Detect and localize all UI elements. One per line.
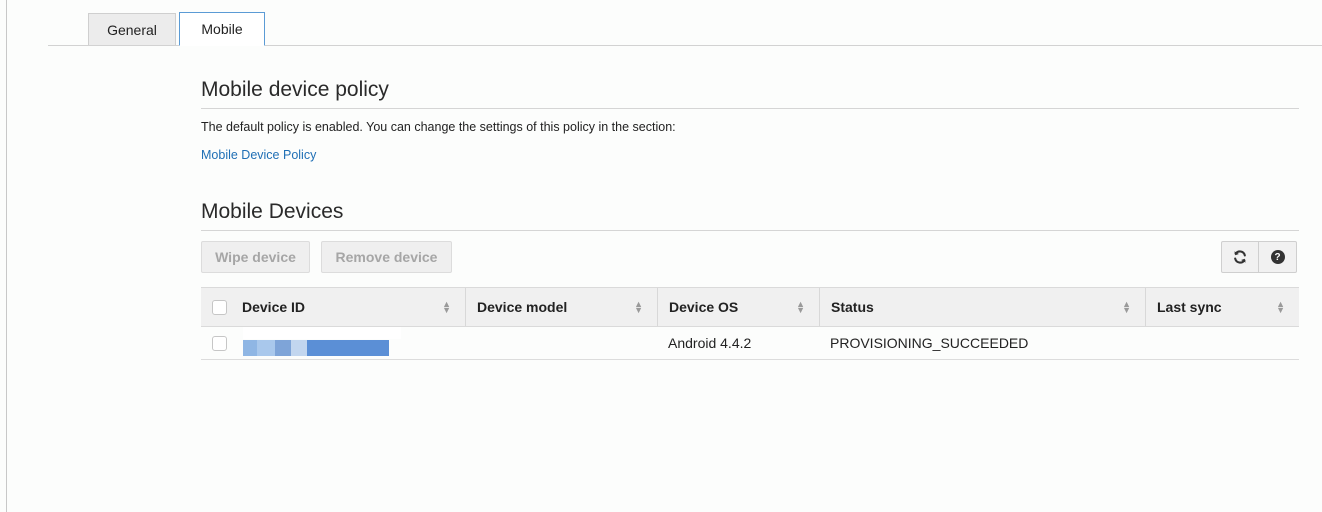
policy-heading: Mobile device policy <box>201 78 389 101</box>
column-last-sync-label: Last sync <box>1157 299 1222 315</box>
status-cell: PROVISIONING_SUCCEEDED <box>830 335 1029 351</box>
policy-description: The default policy is enabled. You can c… <box>201 120 676 134</box>
column-device-os[interactable]: Device OS ▲ ▼ <box>657 288 819 326</box>
column-device-id[interactable]: Device ID ▲ ▼ <box>231 288 465 326</box>
device-os-cell: Android 4.4.2 <box>668 335 752 351</box>
devices-table: Device ID ▲ ▼ Device model ▲ ▼ Device OS ▲… <box>201 287 1299 360</box>
redacted-device-id <box>243 327 401 356</box>
column-status-label: Status <box>831 299 874 315</box>
refresh-icon <box>1234 250 1246 264</box>
column-device-model-label: Device model <box>477 299 568 315</box>
sort-icon: ▲ ▼ <box>796 299 805 315</box>
last-sync-cell <box>1156 327 1296 359</box>
mobile-device-policy-link[interactable]: Mobile Device Policy <box>201 148 316 162</box>
column-device-model[interactable]: Device model ▲ ▼ <box>465 288 657 326</box>
device-model-cell <box>468 327 648 359</box>
help-button[interactable]: ? <box>1259 241 1297 273</box>
devices-heading-divider <box>201 230 1299 231</box>
column-device-id-label: Device ID <box>242 299 306 315</box>
tab-bar: General Mobile <box>48 0 1322 46</box>
select-all-checkbox[interactable] <box>212 300 227 315</box>
refresh-button[interactable] <box>1221 241 1259 273</box>
help-icon: ? <box>1270 250 1285 264</box>
sort-icon: ▲ ▼ <box>634 299 643 315</box>
column-status[interactable]: Status ▲ ▼ <box>819 288 1145 326</box>
sort-icon: ▲ ▼ <box>1276 299 1285 315</box>
tab-general[interactable]: General <box>88 13 176 45</box>
left-border <box>6 0 7 512</box>
devices-heading: Mobile Devices <box>201 200 344 223</box>
column-device-os-label: Device OS <box>669 299 739 315</box>
column-last-sync[interactable]: Last sync ▲ ▼ <box>1145 288 1299 326</box>
row-checkbox[interactable] <box>212 336 227 351</box>
sort-icon: ▲ ▼ <box>442 299 451 315</box>
table-header: Device ID ▲ ▼ Device model ▲ ▼ Device OS ▲… <box>201 287 1299 327</box>
policy-heading-divider <box>201 108 1299 109</box>
sort-icon: ▲ ▼ <box>1122 299 1131 315</box>
wipe-device-button[interactable]: Wipe device <box>201 241 310 273</box>
table-row[interactable]: Android 4.4.2 PROVISIONING_SUCCEEDED <box>201 327 1299 360</box>
remove-device-button[interactable]: Remove device <box>321 241 452 273</box>
tab-mobile[interactable]: Mobile <box>179 12 265 46</box>
